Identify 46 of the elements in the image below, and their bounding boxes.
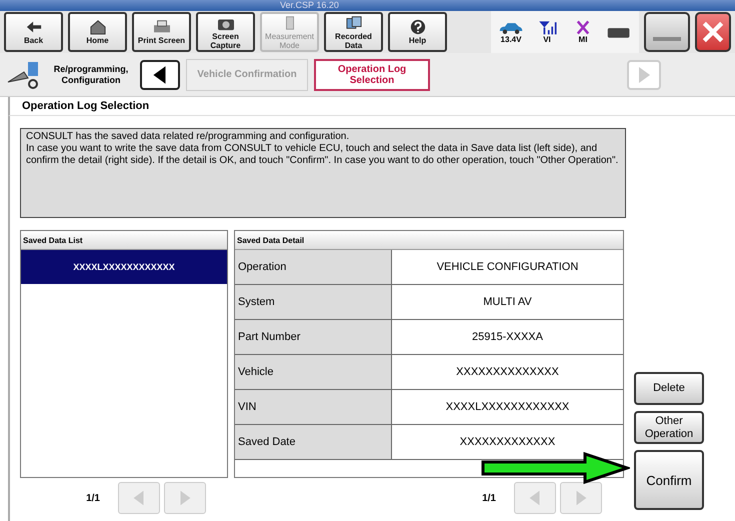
vi-label: VI bbox=[543, 35, 551, 44]
breadcrumb-step[interactable]: Operation Log Selection bbox=[314, 58, 430, 90]
mi-label: MI bbox=[578, 35, 588, 44]
back-button[interactable] bbox=[140, 60, 180, 90]
toolbar-button[interactable]: Print Screen bbox=[132, 12, 191, 52]
detail-header: Saved Data Detail bbox=[235, 231, 623, 250]
list-header: Saved Data List bbox=[21, 231, 227, 250]
section-title: Operation Log Selection bbox=[8, 97, 735, 116]
detail-label: Operation bbox=[235, 250, 392, 284]
detail-value: XXXXLXXXXXXXXXXXX bbox=[444, 400, 570, 415]
detail-label: Part Number bbox=[235, 320, 392, 354]
detail-value: 25915-XXXXA bbox=[471, 330, 544, 345]
detail-value: VEHICLE CONFIGURATION bbox=[436, 260, 580, 275]
next-page-button[interactable] bbox=[164, 482, 206, 514]
detail-label: Vehicle bbox=[235, 355, 392, 389]
action-button[interactable]: Delete bbox=[634, 372, 704, 405]
page-indicator: 1/1 bbox=[86, 492, 100, 504]
car-icon bbox=[498, 20, 524, 35]
previous-page-button[interactable] bbox=[514, 482, 556, 514]
next-button[interactable] bbox=[627, 60, 661, 90]
version-label: Ver.CSP 16.20 bbox=[280, 0, 339, 11]
close-button[interactable] bbox=[695, 12, 731, 52]
detail-value: MULTI AV bbox=[482, 295, 533, 310]
detail-label: Saved Date bbox=[235, 425, 392, 459]
detail-label: System bbox=[235, 285, 392, 319]
toolbar-button[interactable]: Screen Capture bbox=[196, 12, 255, 52]
detail-label: VIN bbox=[235, 390, 392, 424]
page-indicator: 1/1 bbox=[482, 492, 496, 504]
previous-page-button[interactable] bbox=[118, 482, 160, 514]
toolbar-button[interactable]: Back bbox=[4, 12, 63, 52]
list-item[interactable]: XXXXLXXXXXXXXXXXX bbox=[21, 250, 227, 284]
mode-label: Re/programming, Configuration bbox=[52, 64, 130, 86]
detail-value: XXXXXXXXXXXXX bbox=[458, 435, 556, 450]
action-button[interactable]: Confirm bbox=[634, 450, 704, 510]
toolbar-button[interactable]: Recorded Data bbox=[324, 12, 383, 52]
minimize-icon bbox=[652, 37, 682, 41]
voltage-label: 13.4V bbox=[500, 35, 522, 44]
next-page-button[interactable] bbox=[560, 482, 602, 514]
minimize-button[interactable] bbox=[644, 12, 690, 52]
message-box: CONSULT has the saved data related re/programming and configuration. In case you want to write the save data from CONSULT to vehicle ECU, touch and select the data in Save data list (left side), and confirm the detail (right side). If the detail is OK, and touch "Confirm". In case you want to do other operation, touch "Other Operation". bbox=[20, 128, 626, 218]
toolbar-button[interactable]: Help bbox=[388, 12, 447, 52]
pointer-arrow-icon bbox=[480, 452, 630, 484]
detail-value: XXXXXXXXXXXXXX bbox=[455, 365, 560, 380]
toolbar-button[interactable]: Home bbox=[68, 12, 127, 52]
action-button[interactable]: Other Operation bbox=[634, 411, 704, 444]
close-icon bbox=[700, 19, 726, 45]
